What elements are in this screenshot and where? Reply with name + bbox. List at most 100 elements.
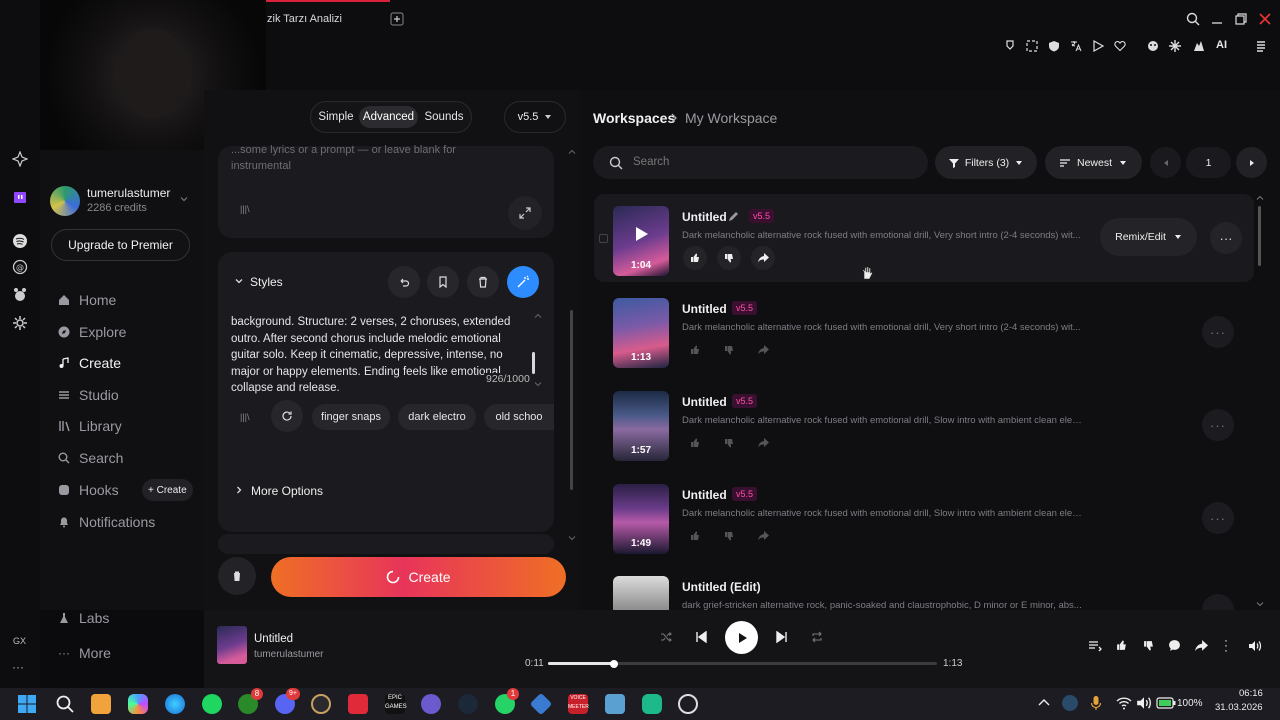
search-input[interactable]: Search: [593, 146, 928, 179]
thumbs-down-icon[interactable]: [1143, 640, 1154, 651]
more-options-icon[interactable]: ···: [1202, 594, 1234, 610]
create-button[interactable]: Create: [271, 557, 566, 597]
song-row[interactable]: Untitled (Edit) dark grief-stricken alte…: [594, 564, 1254, 610]
more-options-card[interactable]: More Options: [218, 460, 554, 520]
like-button[interactable]: [683, 431, 707, 455]
wifi-icon[interactable]: [1116, 696, 1132, 710]
screenshot-icon[interactable]: [1023, 37, 1041, 55]
like-button[interactable]: [683, 524, 707, 548]
next-page-button[interactable]: [1236, 147, 1267, 178]
mode-sounds[interactable]: Sounds: [420, 106, 468, 128]
brave-icon[interactable]: [91, 694, 111, 714]
version-select[interactable]: v5.5: [504, 101, 566, 133]
opera-gx-icon[interactable]: [311, 694, 331, 714]
scroll-down-icon[interactable]: [1256, 600, 1264, 608]
share-button[interactable]: [751, 524, 775, 548]
share-button[interactable]: [751, 431, 775, 455]
heart-icon[interactable]: [1111, 37, 1129, 55]
clear-button[interactable]: [218, 557, 256, 595]
nav-notifications[interactable]: Notifications: [58, 512, 155, 532]
scroll-down-icon[interactable]: [568, 534, 576, 542]
bookmark-icon[interactable]: [427, 266, 459, 298]
search-icon[interactable]: [55, 694, 75, 714]
panel-scrollbar[interactable]: [570, 310, 573, 490]
player-title[interactable]: Untitled: [254, 633, 293, 645]
dislike-button[interactable]: [717, 524, 741, 548]
nav-studio[interactable]: Studio: [58, 385, 119, 405]
play-icon[interactable]: [631, 224, 651, 244]
breadcrumb-workspaces[interactable]: Workspaces: [593, 110, 675, 126]
share-button[interactable]: [751, 338, 775, 362]
song-title[interactable]: Untitled: [682, 488, 727, 502]
nav-labs[interactable]: Labs: [58, 608, 109, 628]
more-options-icon[interactable]: ···: [1202, 502, 1234, 534]
song-cover[interactable]: 1:13: [613, 298, 669, 368]
song-title[interactable]: Untitled (Edit): [682, 580, 761, 594]
scroll-up-icon[interactable]: [568, 148, 576, 156]
remix-edit-button[interactable]: Remix/Edit: [1100, 218, 1197, 256]
voicemeeter-icon[interactable]: VOICE MEETER: [568, 694, 589, 714]
prev-page-button[interactable]: [1150, 147, 1181, 178]
volume-icon[interactable]: [1248, 640, 1262, 652]
dislike-button[interactable]: [717, 246, 741, 270]
styles-scrollbar[interactable]: [532, 352, 535, 374]
microphone-icon[interactable]: [1090, 695, 1102, 711]
app-diamond-icon[interactable]: [529, 692, 553, 716]
spotify-icon[interactable]: [202, 694, 222, 714]
expand-icon[interactable]: [508, 196, 542, 230]
style-tag[interactable]: dark electro: [398, 404, 476, 430]
nav-create[interactable]: Create: [58, 353, 121, 373]
app-circle-icon[interactable]: [678, 694, 698, 714]
plus-icon[interactable]: [388, 10, 406, 28]
progress-knob[interactable]: [610, 659, 619, 668]
filters-button[interactable]: Filters (3): [935, 146, 1037, 179]
clock-time[interactable]: 06:16: [1239, 688, 1263, 699]
spotify-icon[interactable]: [11, 232, 29, 250]
translate-icon[interactable]: [1067, 37, 1085, 55]
steam-icon[interactable]: [458, 694, 478, 714]
song-title[interactable]: Untitled: [682, 302, 727, 316]
windows-start-icon[interactable]: [17, 694, 37, 714]
sort-button[interactable]: Newest: [1045, 146, 1142, 179]
magic-wand-icon[interactable]: [507, 266, 539, 298]
nav-hooks[interactable]: Hooks: [58, 480, 119, 500]
chevron-down-icon[interactable]: [234, 276, 244, 286]
dislike-button[interactable]: [717, 431, 741, 455]
page-number-input[interactable]: 1: [1186, 147, 1231, 178]
waveform-icon[interactable]: |||\: [240, 204, 250, 214]
scroll-up-icon[interactable]: [534, 312, 542, 320]
mode-simple[interactable]: Simple: [314, 106, 358, 128]
lyrics-placeholder[interactable]: ...some lyrics or a prompt — or leave bl…: [231, 142, 491, 174]
gx-logo-icon[interactable]: [11, 150, 29, 168]
battery-icon[interactable]: [1156, 697, 1176, 709]
search-icon[interactable]: [1184, 10, 1202, 28]
share-button[interactable]: [751, 246, 775, 270]
edit-pencil-icon[interactable]: [728, 211, 739, 222]
song-row[interactable]: 1:57 Untitled v5.5 Dark melancholic alte…: [594, 379, 1254, 467]
nav-explore[interactable]: Explore: [58, 322, 126, 342]
hooks-create-button[interactable]: + Create: [142, 479, 193, 501]
comment-icon[interactable]: [1168, 639, 1181, 652]
song-row[interactable]: 1:13 Untitled v5.5 Dark melancholic alte…: [594, 286, 1254, 374]
extension-icon[interactable]: [11, 286, 29, 304]
shield-icon[interactable]: [1045, 37, 1063, 55]
repeat-icon[interactable]: [811, 631, 823, 643]
more-options-icon[interactable]: ···: [1202, 316, 1234, 348]
chevron-up-icon[interactable]: [1038, 698, 1050, 708]
nav-search[interactable]: Search: [58, 448, 123, 468]
song-cover[interactable]: 1:04: [613, 206, 669, 276]
rail-more-icon[interactable]: ···: [12, 660, 24, 674]
nav-more[interactable]: ··· More: [58, 643, 111, 663]
undo-icon[interactable]: [388, 266, 420, 298]
menu-stack-icon[interactable]: [1252, 37, 1270, 55]
player-cover[interactable]: [217, 626, 247, 664]
avatar[interactable]: [50, 186, 80, 216]
song-title[interactable]: Untitled: [682, 210, 727, 224]
minimize-icon[interactable]: [1208, 10, 1226, 28]
shuffle-icon[interactable]: [660, 631, 672, 643]
pin-icon[interactable]: [1001, 37, 1019, 55]
extension-splash-icon[interactable]: [1166, 37, 1184, 55]
queue-icon[interactable]: [1088, 640, 1102, 652]
like-button[interactable]: [683, 246, 707, 270]
more-vertical-icon[interactable]: · · ·: [1224, 634, 1228, 656]
